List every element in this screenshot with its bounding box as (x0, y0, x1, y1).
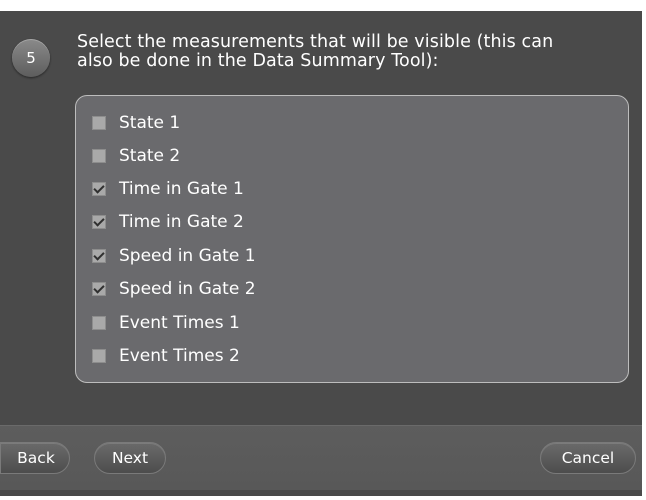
next-button[interactable]: Next (94, 442, 166, 474)
measurement-item-time-gate-2[interactable]: Time in Gate 2 (92, 207, 392, 237)
measurement-item-state-2[interactable]: State 2 (92, 141, 392, 171)
measurement-item-event-times-1[interactable]: Event Times 1 (92, 308, 392, 338)
step-instruction-line-1: Select the measurements that will be vis… (77, 32, 554, 52)
measurement-label: Event Times 2 (119, 346, 240, 366)
measurement-label: State 1 (119, 113, 181, 133)
back-button[interactable]: Back (0, 442, 70, 474)
wizard-window: 5 Select the measurements that will be v… (0, 11, 642, 496)
checkbox-event-times-1[interactable] (92, 316, 106, 330)
checkbox-speed-gate-1[interactable] (92, 249, 106, 263)
checkbox-event-times-2[interactable] (92, 349, 106, 363)
measurement-item-state-1[interactable]: State 1 (92, 108, 392, 138)
checkbox-state-1[interactable] (92, 116, 106, 130)
checkbox-speed-gate-2[interactable] (92, 282, 106, 296)
measurement-label: Speed in Gate 1 (119, 246, 256, 266)
checkbox-state-2[interactable] (92, 149, 106, 163)
step-instruction-line-2: also be done in the Data Summary Tool): (77, 51, 439, 71)
measurements-list: State 1 State 2 Time in Gate 1 Time in G… (75, 95, 629, 383)
measurement-label: State 2 (119, 146, 181, 166)
measurement-label: Event Times 1 (119, 313, 240, 333)
step-instruction: Select the measurements that will be vis… (77, 33, 637, 71)
measurement-label: Speed in Gate 2 (119, 279, 256, 299)
step-header: 5 Select the measurements that will be v… (10, 31, 630, 81)
checkbox-time-gate-1[interactable] (92, 182, 106, 196)
measurement-item-speed-gate-2[interactable]: Speed in Gate 2 (92, 274, 392, 304)
cancel-button[interactable]: Cancel (540, 442, 636, 474)
step-number-badge: 5 (12, 39, 50, 77)
measurement-item-speed-gate-1[interactable]: Speed in Gate 1 (92, 241, 392, 271)
measurement-item-time-gate-1[interactable]: Time in Gate 1 (92, 174, 392, 204)
checkbox-time-gate-2[interactable] (92, 215, 106, 229)
measurement-item-event-times-2[interactable]: Event Times 2 (92, 341, 392, 371)
measurement-label: Time in Gate 2 (119, 212, 244, 232)
measurement-label: Time in Gate 1 (119, 179, 244, 199)
